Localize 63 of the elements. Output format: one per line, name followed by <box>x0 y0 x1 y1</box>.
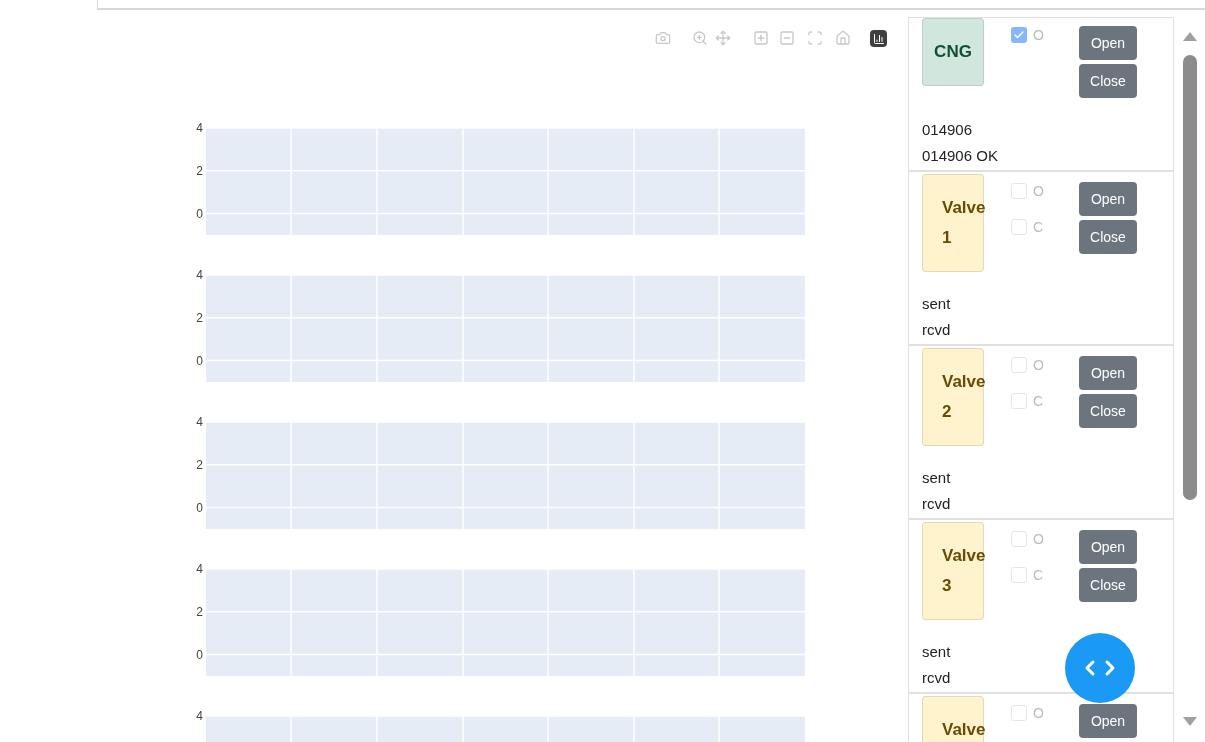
checkbox[interactable] <box>1011 531 1027 547</box>
close-button[interactable]: Close <box>1079 568 1137 602</box>
y-tick-label: 2 <box>196 310 203 325</box>
status-text: sent <box>922 294 951 314</box>
scroll-up-icon[interactable] <box>1182 32 1197 41</box>
checkbox[interactable] <box>1011 393 1027 409</box>
y-tick-label: 4 <box>196 562 203 576</box>
y-tick-label: 0 <box>196 500 203 515</box>
checkbox[interactable] <box>1011 357 1027 373</box>
y-tick-label: 4 <box>196 709 203 723</box>
zoom-out-icon[interactable] <box>779 30 795 46</box>
camera-icon[interactable] <box>655 30 671 46</box>
y-tick-label: 2 <box>196 163 203 178</box>
zoom-in-icon[interactable] <box>753 30 769 46</box>
status-text: sent <box>922 468 951 488</box>
checkbox-label: C <box>1033 567 1044 583</box>
y-tick-label: 0 <box>196 206 203 221</box>
y-tick-label: 2 <box>196 457 203 472</box>
scrollbar-thumb[interactable] <box>1182 55 1197 500</box>
y-tick-label: 2 <box>196 604 203 619</box>
close-button[interactable]: Close <box>1079 220 1137 254</box>
checkbox[interactable] <box>1011 183 1027 199</box>
scroll-down-icon[interactable] <box>1182 717 1197 726</box>
status-text: 014906 <box>922 120 973 140</box>
checkbox-label: O <box>1033 357 1044 373</box>
y-tick-label: 4 <box>196 415 203 429</box>
bar-chart-logo-icon[interactable] <box>870 30 887 47</box>
status-text: rcvd <box>922 494 951 514</box>
checkbox-label: O <box>1033 705 1044 721</box>
checkbox[interactable] <box>1011 27 1027 43</box>
y-tick-label: 4 <box>196 268 203 282</box>
device-badge: Valve 1 <box>922 174 984 272</box>
home-icon[interactable] <box>835 30 851 46</box>
y-tick-label: 4 <box>196 121 203 135</box>
device-badge: Valve 3 <box>922 522 984 620</box>
open-button[interactable]: Open <box>1079 704 1137 738</box>
open-button[interactable]: Open <box>1079 356 1137 390</box>
checkbox-label: O <box>1033 183 1044 199</box>
zoom-icon[interactable] <box>692 30 708 46</box>
device-badge: CNG <box>922 18 984 86</box>
autoscale-icon[interactable] <box>807 30 823 46</box>
close-button[interactable]: Close <box>1079 394 1137 428</box>
pan-icon[interactable] <box>715 30 731 46</box>
open-button[interactable]: Open <box>1079 530 1137 564</box>
y-tick-label: 0 <box>196 353 203 368</box>
y-tick-label: 0 <box>196 647 203 662</box>
status-text: 014906 OK <box>922 146 998 166</box>
device-badge: Valve 2 <box>922 348 984 446</box>
checkbox-label: C <box>1033 219 1044 235</box>
checkbox-label: C <box>1033 393 1044 409</box>
status-text: rcvd <box>922 320 951 340</box>
checkbox-label: O <box>1033 531 1044 547</box>
checkbox[interactable] <box>1011 705 1027 721</box>
check-icon <box>1013 29 1025 41</box>
checkbox-label: O <box>1033 27 1044 43</box>
close-button[interactable]: Close <box>1079 64 1137 98</box>
open-button[interactable]: Open <box>1079 26 1137 60</box>
open-button[interactable]: Open <box>1079 182 1137 216</box>
device-badge: Valve <box>922 696 984 742</box>
status-text: rcvd <box>922 668 951 688</box>
checkbox[interactable] <box>1011 219 1027 235</box>
checkbox[interactable] <box>1011 567 1027 583</box>
status-text: sent <box>922 642 951 662</box>
